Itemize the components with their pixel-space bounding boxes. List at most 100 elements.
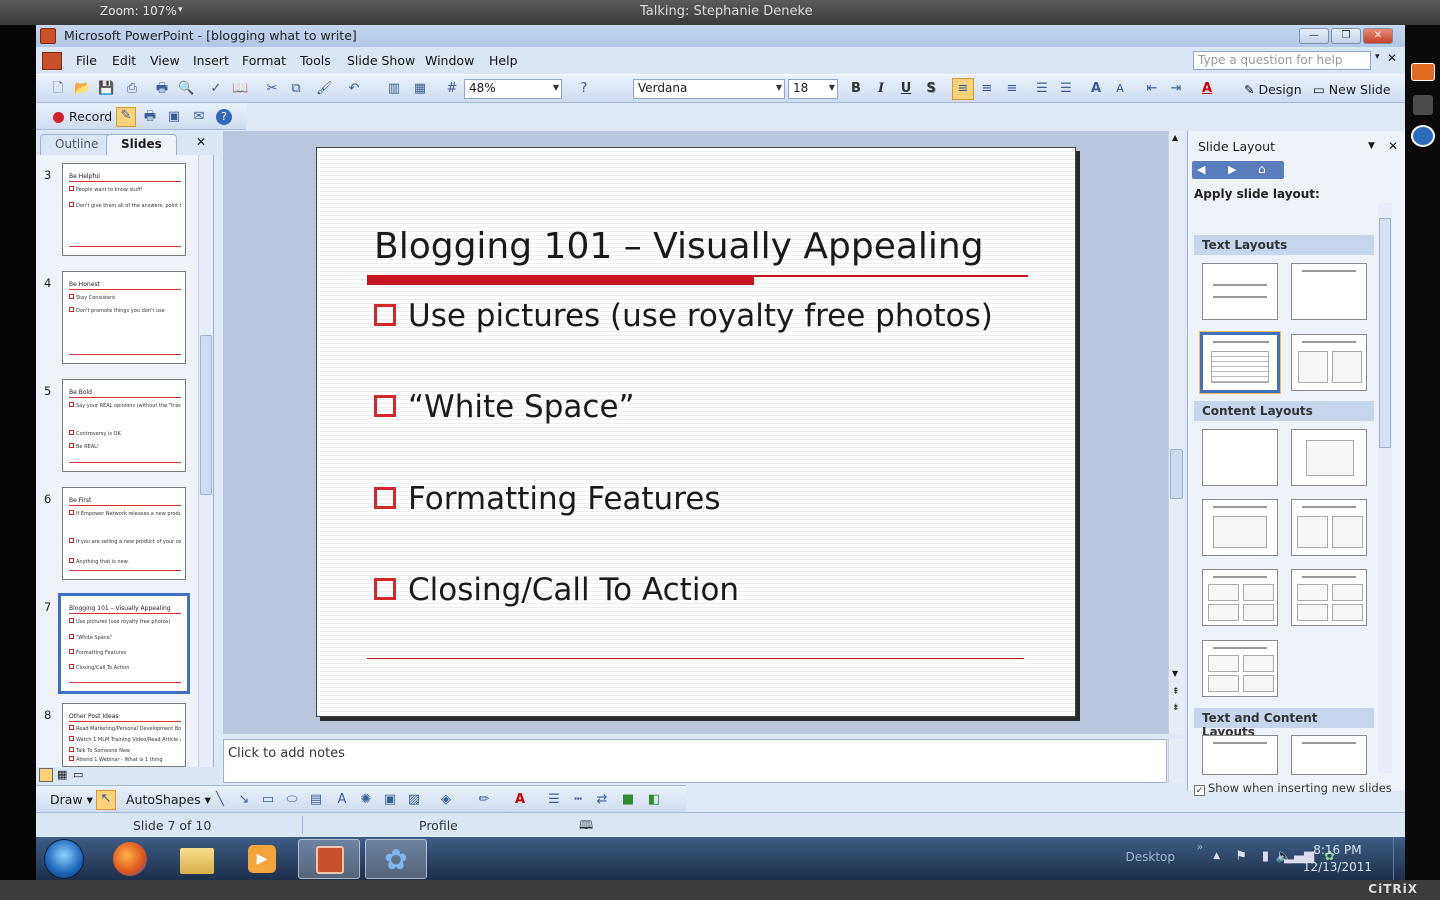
- line-color-icon[interactable]: ✏: [476, 792, 492, 808]
- document-icon[interactable]: [42, 52, 62, 70]
- 3d-style-icon[interactable]: ◧: [646, 792, 662, 808]
- notes-pane[interactable]: Click to add notes: [223, 739, 1167, 783]
- new-slide-button[interactable]: ▭ New Slide: [1313, 82, 1391, 97]
- menu-window[interactable]: Window: [425, 53, 474, 68]
- decrease-indent-icon[interactable]: ⇤: [1144, 81, 1160, 97]
- diagram-icon[interactable]: ✺: [358, 792, 374, 808]
- save-icon[interactable]: 💾: [98, 81, 114, 97]
- slide-show-icon[interactable]: ▭: [73, 768, 83, 781]
- slide-canvas[interactable]: Blogging 101 – Visually Appealing Use pi…: [316, 147, 1076, 717]
- desktop-toolbar-label[interactable]: Desktop: [1126, 850, 1176, 864]
- chart-icon[interactable]: ▥: [386, 81, 402, 97]
- slide-thumbnail-8[interactable]: Other Post Ideas Read Marketing/Personal…: [62, 703, 186, 767]
- explorer-taskbar-button[interactable]: [166, 839, 228, 879]
- chevron-down-icon[interactable]: ▾: [1375, 52, 1380, 62]
- normal-view-icon[interactable]: [39, 768, 53, 782]
- wordart-icon[interactable]: A: [334, 792, 350, 808]
- system-clock[interactable]: 8:16 PM 12/13/2011: [1303, 842, 1372, 876]
- scroll-down-icon[interactable]: ▼: [1172, 669, 1178, 678]
- italic-button[interactable]: I: [872, 81, 890, 96]
- dash-style-icon[interactable]: ┅: [570, 792, 586, 808]
- line-style-icon[interactable]: ☰: [546, 792, 562, 808]
- scroll-up-icon[interactable]: ▲: [1172, 133, 1178, 142]
- slide-thumbnail-7[interactable]: Blogging 101 – Visually Appealing Use pi…: [58, 593, 190, 694]
- layout-title-four-content[interactable]: [1291, 569, 1367, 626]
- close-button[interactable]: ✕: [1363, 28, 1393, 44]
- maximize-button[interactable]: ❐: [1331, 28, 1361, 44]
- menu-file[interactable]: File: [76, 53, 97, 68]
- restore-icon[interactable]: [1411, 125, 1435, 147]
- flag-icon[interactable]: ⚑: [1235, 849, 1247, 864]
- zoom-indicator[interactable]: Zoom: 107%: [100, 4, 177, 18]
- design-button[interactable]: ✎ Design: [1244, 82, 1302, 97]
- pen-icon[interactable]: ✎: [116, 107, 136, 127]
- menu-format[interactable]: Format: [242, 53, 286, 68]
- zoom-combo[interactable]: 48% ▼: [464, 79, 562, 99]
- autoshapes-menu[interactable]: AutoShapes ▾: [126, 792, 211, 807]
- numbering-icon[interactable]: ☰: [1034, 81, 1050, 97]
- open-icon[interactable]: 📂: [74, 81, 90, 97]
- menu-slide-show[interactable]: Slide Show: [347, 53, 415, 68]
- slide-bullet[interactable]: Formatting Features: [374, 481, 720, 517]
- help-icon[interactable]: ?: [576, 81, 592, 97]
- layout-title-only[interactable]: [1291, 263, 1367, 320]
- grid-icon[interactable]: #: [444, 81, 460, 97]
- layout-title-and-text[interactable]: [1200, 332, 1280, 393]
- arrow-style-icon[interactable]: ⇄: [594, 792, 610, 808]
- layout-content[interactable]: [1291, 429, 1367, 486]
- powerpoint-taskbar-button[interactable]: [298, 839, 360, 879]
- task-pane-title[interactable]: Slide Layout: [1198, 139, 1275, 154]
- task-pane-scrollbar[interactable]: [1378, 203, 1392, 773]
- layout-title-two-content[interactable]: [1291, 499, 1367, 556]
- firefox-taskbar-button[interactable]: [100, 839, 162, 879]
- font-color-icon[interactable]: A: [1199, 81, 1215, 97]
- shadow-button[interactable]: S: [922, 81, 940, 96]
- arrow-left-icon[interactable]: [1411, 63, 1435, 81]
- next-slide-icon[interactable]: ⇟: [1172, 703, 1180, 713]
- layout-title-content-text[interactable]: [1291, 735, 1367, 775]
- print-icon[interactable]: 🖶: [154, 81, 170, 97]
- print-preview-icon[interactable]: 🔍: [178, 81, 194, 97]
- media-player-taskbar-button[interactable]: ▶: [232, 839, 294, 879]
- slide-bullet[interactable]: “White Space”: [374, 389, 635, 425]
- menu-view[interactable]: View: [150, 53, 180, 68]
- chevron-down-icon[interactable]: ▼: [1368, 141, 1375, 151]
- layout-title-two-columns[interactable]: [1291, 334, 1367, 391]
- undo-icon[interactable]: ↶: [346, 81, 362, 97]
- copy-icon[interactable]: ⧉: [288, 81, 304, 97]
- powerpoint-icon[interactable]: [40, 28, 56, 44]
- textbox-icon[interactable]: ▤: [308, 792, 324, 808]
- show-when-inserting-checkbox[interactable]: ✓ Show when inserting new slides: [1194, 781, 1392, 796]
- font-color-icon[interactable]: A: [512, 792, 528, 808]
- line-icon[interactable]: ╲: [212, 792, 228, 808]
- minimize-button[interactable]: —: [1299, 28, 1329, 44]
- slide-thumbnail-4[interactable]: Be Honest Stay Consistent Don't promote …: [62, 271, 186, 364]
- align-left-icon[interactable]: ≡: [952, 78, 974, 100]
- clipart-icon[interactable]: ▣: [382, 792, 398, 808]
- slides-pane-scrollbar[interactable]: [198, 155, 213, 785]
- increase-indent-icon[interactable]: ⇥: [1168, 81, 1184, 97]
- layout-title-content[interactable]: [1202, 499, 1278, 556]
- tab-slides[interactable]: Slides: [106, 134, 177, 155]
- microphone-icon[interactable]: [1413, 95, 1433, 115]
- close-document-icon[interactable]: ✕: [1387, 51, 1397, 65]
- menu-tools[interactable]: Tools: [300, 53, 331, 68]
- underline-button[interactable]: U: [897, 81, 915, 96]
- slide-thumbnail-3[interactable]: Be Helpful People want to know stuff! Do…: [62, 163, 186, 256]
- menu-insert[interactable]: Insert: [193, 53, 229, 68]
- rectangle-icon[interactable]: ▭: [260, 792, 276, 808]
- draw-menu[interactable]: Draw ▾: [50, 792, 93, 807]
- checkbox-icon[interactable]: ✓: [1194, 785, 1205, 796]
- decrease-font-icon[interactable]: A: [1112, 81, 1128, 97]
- scroll-thumb[interactable]: [200, 335, 212, 495]
- bullets-icon[interactable]: ☰: [1058, 81, 1074, 97]
- bold-button[interactable]: B: [847, 81, 865, 96]
- layout-blank[interactable]: [1202, 429, 1278, 486]
- align-center-icon[interactable]: ≡: [979, 81, 995, 97]
- start-button[interactable]: [44, 839, 84, 879]
- slide-bullet[interactable]: Use pictures (use royalty free photos): [374, 298, 993, 334]
- picture-icon[interactable]: ▨: [406, 792, 422, 808]
- chevron-right-icon[interactable]: »: [1197, 842, 1203, 853]
- spelling-icon[interactable]: ✓: [208, 81, 224, 97]
- select-objects-icon[interactable]: ↖: [96, 790, 116, 810]
